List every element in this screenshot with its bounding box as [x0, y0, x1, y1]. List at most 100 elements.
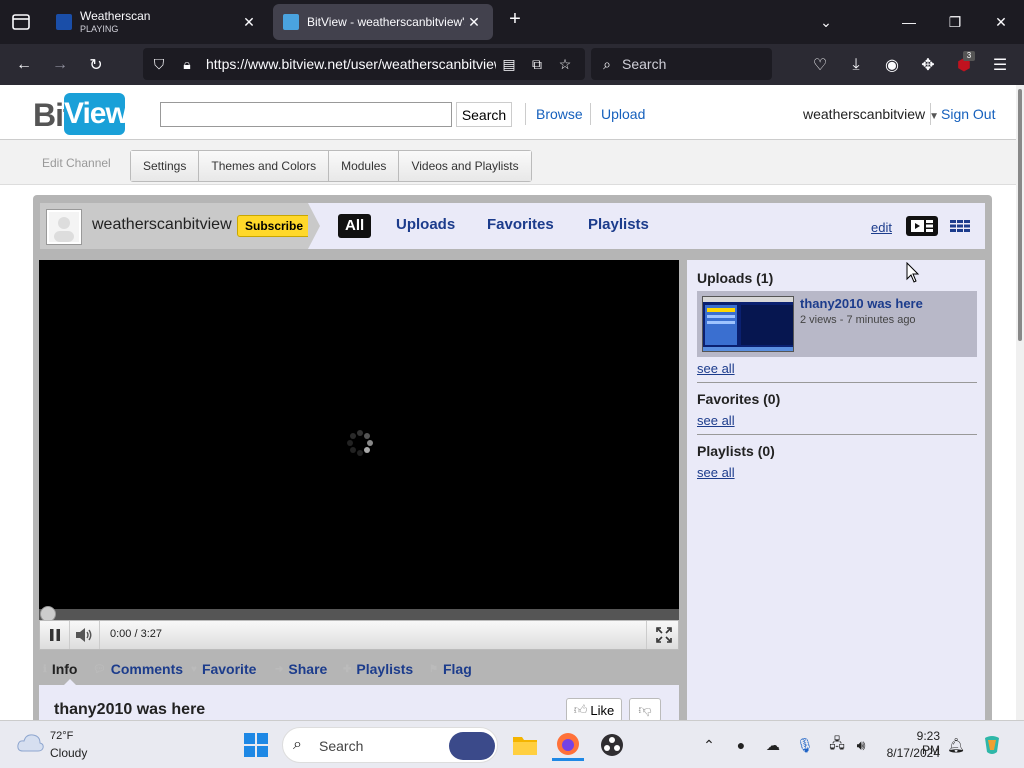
- downloads-button[interactable]: ⤓: [841, 44, 871, 85]
- see-all-favorites-link[interactable]: see all: [697, 413, 735, 428]
- sign-out-link[interactable]: Sign Out: [941, 106, 995, 122]
- thumbs-up-icon: 👍︎: [573, 702, 588, 717]
- forward-button[interactable]: →: [45, 44, 75, 85]
- site-search-input[interactable]: [160, 102, 452, 127]
- lock-icon[interactable]: 🔒︎: [175, 48, 199, 80]
- channel-name[interactable]: weatherscanbitview: [92, 216, 232, 234]
- bitview-icon: [283, 14, 299, 30]
- see-all-playlists-link[interactable]: see all: [697, 465, 735, 480]
- info-tab-flag[interactable]: ⚑ Flag: [429, 661, 472, 677]
- tray-cloud[interactable]: ☁: [761, 733, 785, 757]
- reader-view-icon[interactable]: ▤: [497, 48, 521, 80]
- info-tab-info[interactable]: ℹ Info: [43, 661, 77, 677]
- info-tab-playlists[interactable]: ✚ Playlists: [343, 661, 413, 677]
- close-tab-icon[interactable]: ✕: [465, 14, 483, 31]
- cloud-off-icon: ☁: [766, 736, 780, 753]
- new-tab-button[interactable]: +: [503, 8, 527, 36]
- show-hidden-icons-button[interactable]: ⌃: [697, 733, 721, 757]
- edit-tab-videos-and-playlists[interactable]: Videos and Playlists: [399, 151, 531, 181]
- tab-weatherscan[interactable]: Weatherscan PLAYING ✕: [46, 4, 268, 40]
- chevron-up-icon: ⌃: [703, 736, 715, 753]
- tray-microphone[interactable]: 🎙︎: [793, 733, 817, 757]
- avatar[interactable]: [46, 209, 82, 245]
- fullscreen-button[interactable]: [650, 621, 678, 649]
- sidebar-video-title[interactable]: thany2010 was here: [800, 296, 923, 311]
- speaker-icon: 🔊︎: [856, 736, 866, 753]
- weather-temperature[interactable]: 72°F: [50, 730, 73, 742]
- cloud-icon[interactable]: [16, 731, 44, 753]
- tray-volume[interactable]: 🔊︎: [849, 733, 873, 757]
- pause-button[interactable]: [40, 621, 70, 649]
- channel-edit-link[interactable]: edit: [871, 220, 892, 235]
- video-progress-bar[interactable]: [39, 606, 679, 622]
- grid-view-icon: [950, 220, 970, 232]
- see-all-uploads-link[interactable]: see all: [697, 361, 735, 376]
- close-window-button[interactable]: ✕: [978, 0, 1024, 44]
- channel-tab-playlists[interactable]: Playlists: [588, 216, 649, 233]
- like-button[interactable]: 👍︎ Like: [566, 698, 622, 720]
- user-menu[interactable]: weatherscanbitview ▼: [803, 106, 939, 122]
- video-player[interactable]: [39, 260, 679, 650]
- shield-icon[interactable]: ⛉: [147, 48, 171, 80]
- extensions-button[interactable]: ✥: [913, 44, 943, 85]
- minimize-button[interactable]: —: [886, 0, 932, 44]
- bookmark-star-icon[interactable]: ☆: [553, 48, 577, 80]
- browser-tab-bar: Weatherscan PLAYING ✕ BitView - weathers…: [0, 0, 1024, 44]
- list-item[interactable]: thany2010 was here 2 views - 7 minutes a…: [697, 291, 977, 357]
- tab-overflow-button[interactable]: ⌄: [803, 0, 849, 44]
- arrow-left-icon: ←: [16, 55, 32, 73]
- info-tab-share[interactable]: ➜ Share: [275, 661, 327, 677]
- tab-playing-label: PLAYING: [80, 24, 119, 34]
- edit-tab-settings[interactable]: Settings: [131, 151, 200, 181]
- tab-bitview[interactable]: BitView - weatherscanbitview's ✕: [273, 4, 493, 40]
- channel-tab-favorites[interactable]: Favorites: [487, 216, 554, 233]
- url-bar[interactable]: ⛉ 🔒︎ https://www.bitview.net/user/weathe…: [143, 48, 585, 80]
- video-thumbnail[interactable]: [702, 296, 794, 352]
- info-tab-favorite[interactable]: ♥ Favorite: [191, 661, 256, 677]
- picture-in-picture-icon[interactable]: ⧉: [525, 48, 549, 80]
- taskbar-firefox[interactable]: [552, 729, 584, 761]
- browser-search-box[interactable]: ⌕ Search: [591, 48, 772, 80]
- edit-tab-modules[interactable]: Modules: [329, 151, 400, 181]
- channel-tab-uploads[interactable]: Uploads: [396, 216, 455, 233]
- page-scrollbar[interactable]: [1016, 85, 1024, 720]
- minimize-icon: —: [902, 14, 916, 30]
- taskbar-file-explorer[interactable]: [509, 729, 541, 761]
- tray-obs[interactable]: ●: [729, 733, 753, 757]
- weather-condition[interactable]: Cloudy: [50, 746, 87, 760]
- notifications-button[interactable]: 🔔︎: [944, 733, 968, 757]
- scrollbar-thumb[interactable]: [1018, 89, 1022, 341]
- dislike-button[interactable]: 👎︎: [629, 698, 661, 720]
- back-button[interactable]: ←: [9, 44, 39, 85]
- uploads-heading: Uploads (1): [697, 270, 774, 286]
- url-text[interactable]: https://www.bitview.net/user/weatherscan…: [206, 56, 496, 72]
- copilot-button[interactable]: [980, 733, 1004, 757]
- grid-view-button[interactable]: [948, 216, 972, 236]
- site-search-button[interactable]: Search: [456, 102, 512, 127]
- info-tab-comments[interactable]: 💬︎ Comments: [93, 661, 183, 677]
- close-tab-icon[interactable]: ✕: [240, 14, 258, 31]
- windows-logo-tile: [257, 746, 268, 757]
- player-view-button[interactable]: [906, 216, 938, 236]
- web-page: Bit View Search Browse Upload weathersca…: [0, 85, 1024, 720]
- taskbar-search[interactable]: ⌕ Search: [282, 727, 498, 763]
- subscribe-button[interactable]: Subscribe: [237, 215, 312, 237]
- taskbar-obs[interactable]: [596, 729, 628, 761]
- browse-link[interactable]: Browse: [536, 106, 583, 122]
- account-button[interactable]: ◉: [877, 44, 907, 85]
- volume-button[interactable]: [70, 621, 100, 649]
- edit-tab-themes-and-colors[interactable]: Themes and Colors: [199, 151, 330, 181]
- start-button[interactable]: [244, 733, 268, 757]
- tray-network[interactable]: 🖧: [825, 733, 849, 757]
- pocket-button[interactable]: ♡: [805, 44, 835, 85]
- tab-list-button[interactable]: [0, 0, 42, 44]
- reload-button[interactable]: ↻: [81, 44, 111, 85]
- upload-link[interactable]: Upload: [601, 106, 645, 122]
- clock-date[interactable]: 8/17/2024: [880, 746, 940, 760]
- maximize-button[interactable]: ❐: [932, 0, 978, 44]
- default-avatar-icon: [49, 212, 79, 242]
- bitview-logo[interactable]: Bit View: [33, 93, 129, 135]
- channel-user-arrow: [308, 203, 320, 249]
- channel-tab-all[interactable]: All: [338, 214, 372, 238]
- menu-button[interactable]: ☰: [985, 44, 1015, 85]
